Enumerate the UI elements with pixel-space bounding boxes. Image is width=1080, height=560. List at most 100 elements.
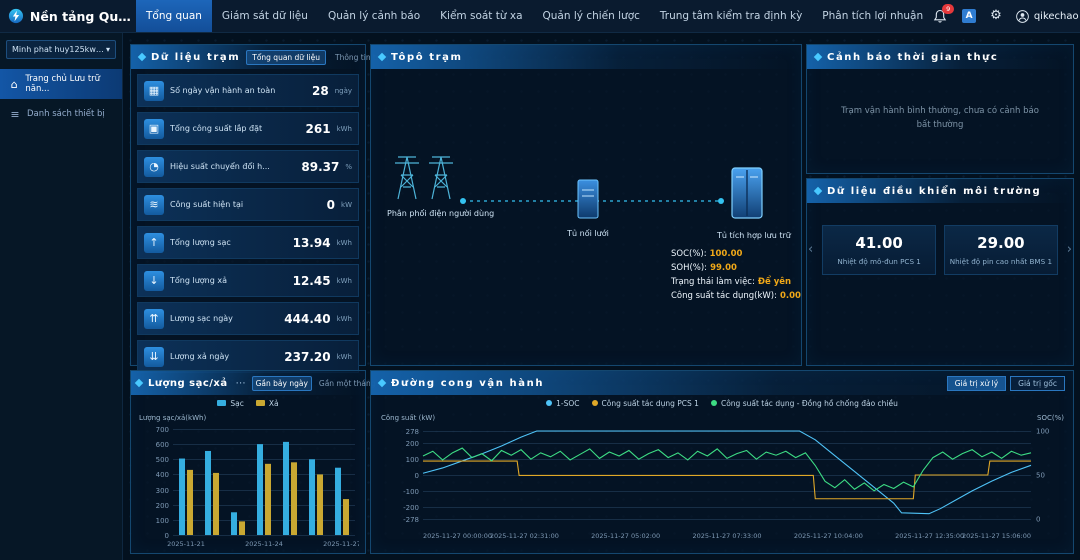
charge-bar-chart [137, 411, 359, 551]
stat-row-efficiency: ◔ Hiệu suất chuyển đổi h... 89.37 % [137, 150, 359, 183]
station-selector-value: Minh phat huy125kw/26... [12, 45, 106, 54]
sidebar-item-label: Trang chủ Lưu trữ năn... [25, 74, 113, 94]
working-state-readout: Trạng thái làm việc:Để yên [671, 275, 801, 289]
user-menu[interactable]: qikechao [1016, 10, 1079, 23]
soh-readout: SOH(%):99.00 [671, 261, 801, 275]
current-power-icon: ≋ [144, 195, 164, 215]
stat-row-total-charge: ↑ Tổng lượng sạc 13.94 kWh [137, 226, 359, 259]
metric-bms-max-temp: 29.00 Nhiệt độ pin cao nhất BMS 1 [944, 225, 1058, 275]
charge-discharge-panel: Lượng sạc/xả ⋯ Gần bảy ngày Gần một thán… [130, 370, 366, 554]
storage-status-readout: SOC(%):100.00 SOH(%):99.00 Trạng thái là… [671, 247, 801, 303]
active-power-readout: Công suất tác dụng(kW):0.00 [671, 289, 801, 303]
topology-node-storage-cabinet: Tủ tích hợp lưu trữ [717, 165, 777, 240]
chevron-down-icon: ▾ [106, 45, 110, 54]
panel-decor-icon [138, 53, 146, 61]
stat-row-safe-days: ▦ Số ngày vận hành an toàn 28 ngày [137, 74, 359, 107]
transmission-tower-icon [392, 149, 458, 201]
total-charge-icon: ↑ [144, 233, 164, 253]
notifications-button[interactable]: 9 [933, 9, 948, 24]
panel-decor-icon [378, 53, 386, 61]
storage-cabinet-icon [727, 165, 767, 223]
grid-cabinet-icon [574, 177, 602, 221]
more-options-icon[interactable]: ⋯ [236, 378, 246, 389]
processed-value-button[interactable]: Giá trị xử lý [947, 376, 1006, 391]
topology-panel: Tôpô trạm Phân phối điện người dùng [370, 44, 802, 366]
topology-node-grid-supply: Phân phối điện người dùng [387, 149, 463, 218]
station-data-title: Dữ liệu trạm [151, 52, 240, 63]
logo-icon [8, 7, 24, 25]
pcs-color-dot [592, 400, 598, 406]
main-nav: Tổng quan Giám sát dữ liệu Quản lý cảnh … [136, 0, 933, 32]
line-chart-legend: 1-SOC Công suất tác dụng PCS 1 Công suất… [371, 395, 1073, 411]
nav-tab-data-monitor[interactable]: Giám sát dữ liệu [212, 0, 318, 32]
panel-decor-icon [814, 187, 822, 195]
realtime-alarm-panel: Cảnh báo thời gian thực Trạm vận hành bì… [806, 44, 1074, 174]
tab-data-overview[interactable]: Tổng quan dữ liệu [246, 50, 326, 65]
panel-decor-icon [135, 379, 143, 387]
meter-color-dot [711, 400, 717, 406]
legend-meter-power: Công suất tác dụng - Đồng hồ chống đảo c… [711, 399, 898, 408]
station-selector-dropdown[interactable]: Minh phat huy125kw/26... ▾ [6, 40, 116, 59]
notification-badge: 9 [942, 4, 954, 14]
curve-header: Đường cong vận hành Giá trị xử lý Giá tr… [371, 371, 1073, 395]
carousel-prev-button[interactable]: ‹ [807, 242, 814, 257]
station-data-header: Dữ liệu trạm Tổng quan dữ liệu Thông tin… [131, 45, 365, 69]
topology-node-label: Tủ nối lưới [566, 229, 610, 238]
legend-discharge: Xả [256, 399, 279, 408]
topology-node-label: Tủ tích hợp lưu trữ [717, 231, 777, 240]
stat-row-current-power: ≋ Công suất hiện tại 0 kW [137, 188, 359, 221]
topology-title: Tôpô trạm [391, 52, 463, 63]
legend-soc: 1-SOC [546, 399, 579, 408]
carousel-next-button[interactable]: › [1066, 242, 1073, 257]
curve-line-chart [377, 411, 1067, 547]
topology-header: Tôpô trạm [371, 45, 801, 69]
charge-discharge-header: Lượng sạc/xả ⋯ Gần bảy ngày Gần một thán… [131, 371, 365, 395]
user-avatar-icon [1016, 10, 1029, 23]
environment-panel: Dữ liệu điều khiển môi trường ‹ 41.00 Nh… [806, 178, 1074, 366]
sidebar-item-device-list[interactable]: ≡ Danh sách thiết bị [0, 99, 122, 129]
station-stat-list: ▦ Số ngày vận hành an toàn 28 ngày ▣ Tổn… [131, 74, 365, 373]
metric-pcs-module-temp: 41.00 Nhiệt độ mô-đun PCS 1 [822, 225, 936, 275]
topbar: Nền tảng Quản... Tổng quan Giám sát dữ l… [0, 0, 1080, 33]
safe-days-icon: ▦ [144, 81, 164, 101]
bar-chart-legend: Sạc Xả [131, 395, 365, 411]
alarm-empty-message: Trạm vận hành bình thường, chưa có cảnh … [835, 105, 1045, 132]
device-list-icon: ≡ [9, 108, 21, 121]
nav-tab-profit-analysis[interactable]: Phân tích lợi nhuận [812, 0, 933, 32]
alarm-title: Cảnh báo thời gian thực [827, 52, 998, 63]
sidebar-item-storage-home[interactable]: ⌂ Trang chủ Lưu trữ năn... [0, 69, 122, 99]
nav-tab-overview[interactable]: Tổng quan [136, 0, 212, 32]
total-discharge-icon: ↓ [144, 271, 164, 291]
nav-tab-remote-control[interactable]: Kiểm soát từ xa [430, 0, 532, 32]
discharge-color-chip [256, 400, 265, 406]
alarm-header: Cảnh báo thời gian thực [807, 45, 1073, 69]
raw-value-button[interactable]: Giá trị gốc [1010, 376, 1065, 391]
charge-discharge-title: Lượng sạc/xả [148, 378, 228, 389]
home-icon: ⌂ [9, 78, 19, 91]
daily-discharge-icon: ⇊ [144, 347, 164, 367]
settings-gear-icon[interactable]: ⚙ [990, 9, 1002, 23]
topology-node-grid-cabinet: Tủ nối lưới [566, 177, 610, 238]
language-switch-button[interactable]: A [962, 9, 976, 23]
panel-decor-icon [814, 53, 822, 61]
installed-capacity-icon: ▣ [144, 119, 164, 139]
station-data-panel: Dữ liệu trạm Tổng quan dữ liệu Thông tin… [130, 44, 366, 366]
environment-title: Dữ liệu điều khiển môi trường [827, 186, 1041, 197]
curve-title: Đường cong vận hành [391, 378, 544, 389]
app-title: Nền tảng Quản... [30, 9, 136, 24]
daily-charge-icon: ⇈ [144, 309, 164, 329]
soc-readout: SOC(%):100.00 [671, 247, 801, 261]
tab-last-seven-days[interactable]: Gần bảy ngày [252, 376, 312, 391]
sidebar: Minh phat huy125kw/26... ▾ ⌂ Trang chủ L… [0, 32, 123, 560]
panel-decor-icon [378, 379, 386, 387]
stat-row-installed-capacity: ▣ Tổng công suất lắp đặt 261 kWh [137, 112, 359, 145]
nav-tab-inspection-center[interactable]: Trung tâm kiểm tra định kỳ [650, 0, 812, 32]
operation-curve-panel: Đường cong vận hành Giá trị xử lý Giá tr… [370, 370, 1074, 554]
soc-color-dot [546, 400, 552, 406]
nav-tab-strategy[interactable]: Quản lý chiến lược [533, 0, 650, 32]
environment-header: Dữ liệu điều khiển môi trường [807, 179, 1073, 203]
topbar-actions: 9 A ⚙ qikechao [933, 9, 1080, 24]
efficiency-icon: ◔ [144, 157, 164, 177]
stat-row-total-discharge: ↓ Tổng lượng xả 12.45 kWh [137, 264, 359, 297]
nav-tab-alarm-management[interactable]: Quản lý cảnh báo [318, 0, 430, 32]
